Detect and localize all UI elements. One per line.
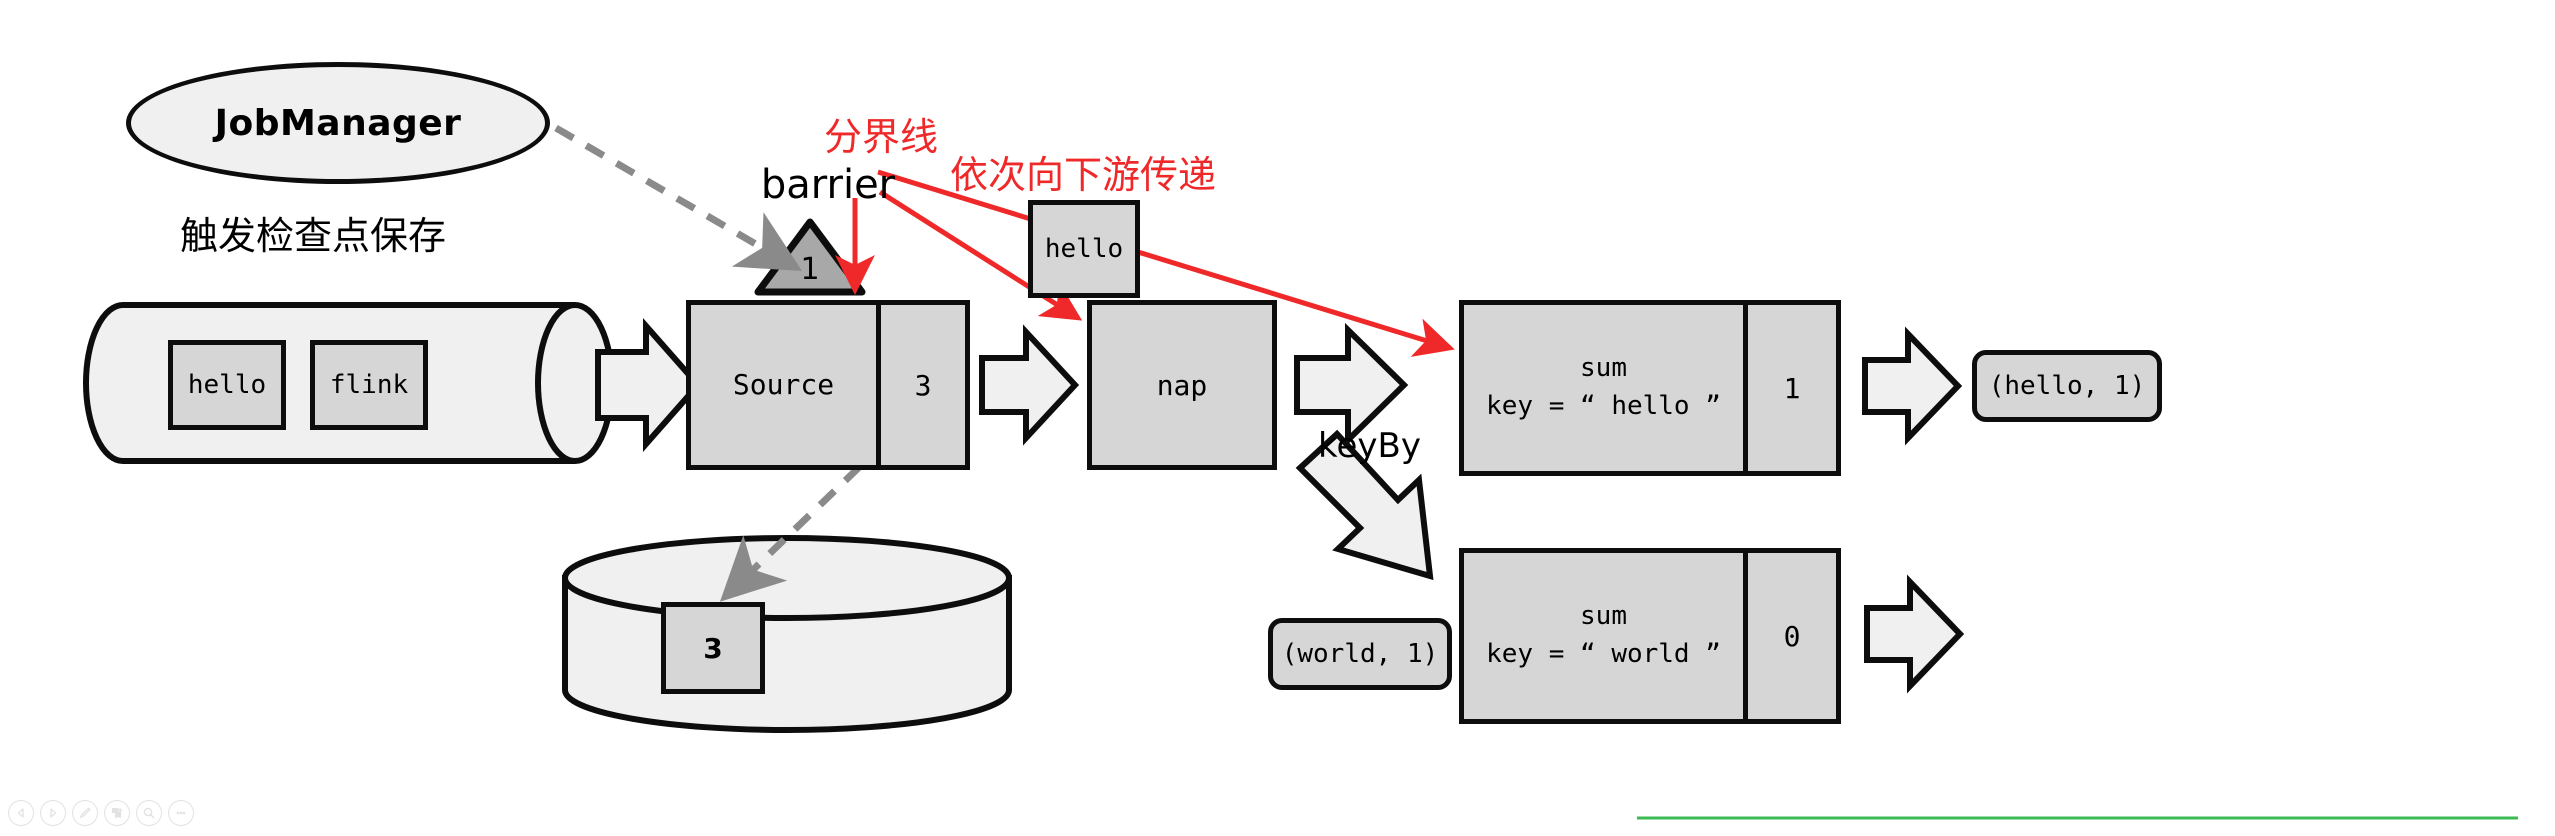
barrier-marker-id: 1 — [782, 248, 838, 290]
sum-operator-world-body: sum key = “ world ” — [1464, 553, 1743, 719]
flow-arrow-queue-to-source — [595, 318, 702, 452]
queue-item-flink-label: flink — [329, 370, 409, 400]
source-operator[interactable]: Source 3 — [686, 300, 970, 470]
queue-item-hello: hello — [168, 340, 286, 430]
jobmanager-label: JobManager — [214, 102, 462, 144]
barrier-marker-label: 1 — [800, 251, 820, 287]
bottom-toolbar[interactable] — [8, 800, 194, 826]
sum-operator-hello[interactable]: sum key = “ hello ” 1 — [1459, 300, 1841, 476]
flow-arrow-sum-world-out — [1864, 574, 1965, 694]
barrier-record-label: hello — [1044, 234, 1124, 264]
sum-operator-hello-line1: sum — [1580, 353, 1627, 384]
sum-operator-world-line2: key = “ world ” — [1486, 639, 1721, 669]
queue-item-flink: flink — [310, 340, 428, 430]
barrier-annotation: barrier — [760, 162, 896, 208]
barrier-label-text: barrier — [760, 162, 896, 208]
layers-button[interactable] — [104, 800, 130, 826]
sum-operator-world-line1: sum — [1580, 601, 1627, 632]
map-operator-label: nap — [1156, 368, 1208, 402]
pass-downstream-label: 依次向下游传递 — [950, 152, 1217, 197]
pencil-icon — [79, 807, 91, 819]
ellipsis-icon — [176, 811, 186, 815]
trigger-checkpoint-label: 触发检查点保存 — [180, 213, 447, 258]
dashed-link-jobmanager-to-barrier — [554, 124, 803, 272]
sum-operator-world-count: 0 — [1743, 553, 1836, 719]
boundary-line-label: 分界线 — [823, 114, 938, 159]
output-record-hello: (hello, 1) — [1972, 350, 2162, 422]
jobmanager-node[interactable]: JobManager — [126, 62, 550, 184]
pass-downstream-annotation: 依次向下游传递 — [950, 148, 1240, 197]
keyby-label-text: keyBy — [1318, 426, 1421, 466]
keyby-annotation: keyBy — [1318, 424, 1448, 468]
prev-button[interactable] — [8, 800, 34, 826]
flow-arrow-sum-hello-to-output — [1862, 326, 1963, 446]
output-record-world: (world, 1) — [1268, 618, 1452, 690]
state-store-item-label: 3 — [703, 631, 723, 665]
output-record-hello-label: (hello, 1) — [1988, 371, 2146, 401]
more-button[interactable] — [168, 800, 194, 826]
state-store-item: 3 — [661, 602, 765, 694]
next-button[interactable] — [40, 800, 66, 826]
sum-operator-hello-body: sum key = “ hello ” — [1464, 305, 1743, 471]
triangle-left-icon — [17, 808, 24, 818]
trigger-checkpoint-caption: 触发检查点保存 — [180, 208, 520, 258]
layers-icon — [112, 808, 122, 818]
triangle-right-icon — [50, 808, 57, 818]
queue-item-hello-label: hello — [187, 370, 267, 400]
sum-operator-hello-count: 1 — [1743, 305, 1836, 471]
edit-button[interactable] — [72, 800, 98, 826]
sum-operator-world[interactable]: sum key = “ world ” 0 — [1459, 548, 1841, 724]
output-record-world-label: (world, 1) — [1281, 639, 1439, 669]
barrier-record-hello: hello — [1028, 200, 1140, 298]
source-operator-label: Source — [732, 367, 835, 401]
sum-operator-hello-line2: key = “ hello ” — [1486, 391, 1721, 421]
zoom-button[interactable] — [136, 800, 162, 826]
state-store-cylinder — [562, 535, 1012, 733]
source-operator-count: 3 — [876, 305, 965, 465]
flow-arrow-source-to-map — [979, 324, 1080, 446]
map-operator[interactable]: nap — [1087, 300, 1277, 470]
magnifier-icon — [143, 807, 155, 819]
